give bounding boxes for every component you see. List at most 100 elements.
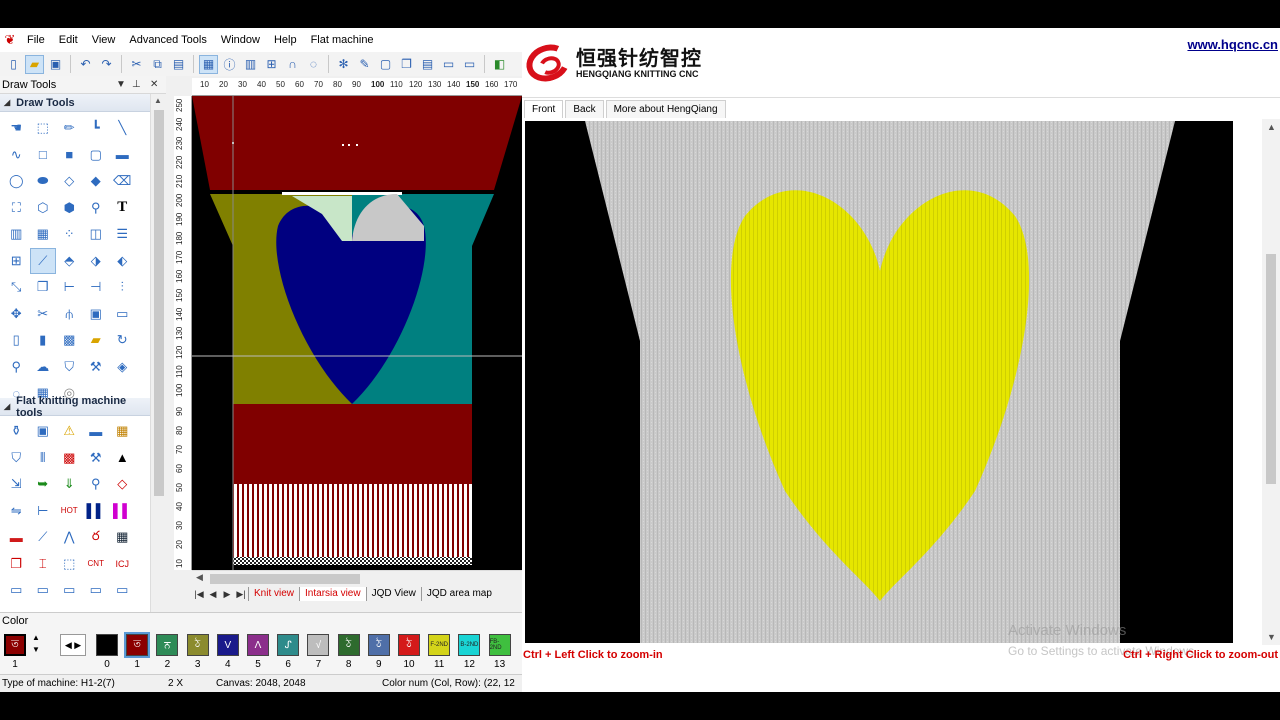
app-logo-icon[interactable]: ❦: [0, 30, 20, 50]
step-line-icon[interactable]: ┗: [83, 115, 110, 142]
box-2-icon[interactable]: ▩: [56, 327, 83, 354]
text-icon[interactable]: T: [109, 195, 136, 222]
palette-icon[interactable]: ◧: [490, 55, 509, 74]
spin-up-icon[interactable]: ▲: [32, 633, 40, 642]
color-swatch-10[interactable]: ঠ: [398, 634, 420, 656]
color-swatch-9[interactable]: ঠ: [367, 634, 390, 656]
shirt-pattern-icon[interactable]: ⛉: [56, 354, 83, 381]
split-icon[interactable]: ⇋: [3, 498, 30, 525]
measure-icon[interactable]: ⊢: [30, 498, 57, 525]
grid-icon[interactable]: ▦: [199, 54, 218, 74]
current-color-swatch[interactable]: ত: [4, 634, 26, 656]
filled-ellipse-icon[interactable]: ⬬: [30, 168, 57, 195]
connect-icon[interactable]: ⁘: [56, 221, 83, 248]
brush-2-icon[interactable]: ⟋: [30, 524, 57, 551]
tool-icon[interactable]: ⚒: [83, 445, 110, 472]
scroll-up-icon[interactable]: ▲: [1267, 122, 1276, 132]
hot-label-icon[interactable]: HOT: [56, 498, 83, 525]
mirror-horizontal-icon[interactable]: ☰: [109, 221, 136, 248]
ruler-icon[interactable]: ▰: [83, 327, 110, 354]
tab-intarsia-view[interactable]: Intarsia view: [299, 587, 366, 601]
color-swatch-13[interactable]: FB-2ND: [488, 634, 511, 656]
redo-icon[interactable]: ↷: [97, 55, 116, 74]
more-2-icon[interactable]: ▭: [30, 577, 57, 604]
curve-icon[interactable]: ∿: [3, 142, 30, 169]
menu-flat-machine[interactable]: Flat machine: [304, 28, 381, 52]
cloud-icon[interactable]: ☁: [30, 354, 57, 381]
color-swatch-12[interactable]: B-2ND: [458, 634, 481, 656]
download-icon[interactable]: ⇓: [56, 471, 83, 498]
bars-icon[interactable]: ▌▌: [83, 498, 110, 525]
paste-icon[interactable]: ▤: [169, 55, 188, 74]
figure-icon[interactable]: ర: [83, 524, 110, 551]
scroll-down-icon[interactable]: ▼: [1267, 632, 1276, 642]
filled-rounded-rect-icon[interactable]: ▬: [109, 142, 136, 169]
fill-icon[interactable]: ⬘: [56, 248, 83, 275]
knit-view-icon[interactable]: ▥: [241, 55, 260, 74]
color-swatch-7[interactable]: √: [307, 634, 330, 656]
chart-icon[interactable]: ⫶: [109, 274, 136, 301]
needle-icon[interactable]: ⤡: [3, 274, 30, 301]
fill-bucket-icon[interactable]: ⛶: [3, 195, 30, 222]
align-icon[interactable]: ⊢: [56, 274, 83, 301]
mountain-icon[interactable]: ⋀: [56, 524, 83, 551]
tag-icon[interactable]: ◈: [109, 354, 136, 381]
stitch-icon[interactable]: ∩: [283, 55, 302, 74]
spin-down-icon[interactable]: ▼: [32, 645, 40, 654]
color-swatch-8[interactable]: ঠ: [337, 634, 360, 656]
zoom-icon[interactable]: ⚲: [3, 354, 30, 381]
undo-icon[interactable]: ↶: [76, 55, 95, 74]
brush-icon[interactable]: ⟋: [29, 247, 56, 274]
box-icon[interactable]: ▣: [83, 301, 110, 328]
first-tab-icon[interactable]: |◀: [192, 589, 206, 600]
knit-simulation-view[interactable]: [525, 121, 1233, 643]
wand-icon[interactable]: ⚒: [83, 354, 110, 381]
columns-icon[interactable]: ▥: [3, 221, 30, 248]
color-swatch-1[interactable]: ত: [124, 632, 151, 658]
import-icon[interactable]: ⇲: [3, 471, 30, 498]
rounded-rect-icon[interactable]: ▢: [83, 142, 110, 169]
next-tab-icon[interactable]: ▶: [220, 589, 234, 600]
select-area-icon[interactable]: ⊞: [262, 55, 281, 74]
machine-2-icon[interactable]: ▭: [460, 55, 479, 74]
cut-icon[interactable]: ✂: [127, 55, 146, 74]
preview-scroll-thumb[interactable]: [1266, 254, 1276, 484]
book-icon[interactable]: ▯: [3, 327, 30, 354]
marquee-icon[interactable]: ◌: [304, 55, 323, 74]
tile-icon[interactable]: ⊞: [3, 248, 30, 275]
i-beam-icon[interactable]: ⌶: [30, 551, 57, 578]
info-icon[interactable]: ⓘ: [220, 55, 239, 74]
menu-help[interactable]: Help: [267, 28, 304, 52]
mirror-vertical-icon[interactable]: ◫: [83, 221, 110, 248]
eraser-icon[interactable]: ⌫: [109, 168, 136, 195]
align-2-icon[interactable]: ⊣: [83, 274, 110, 301]
color-swatch-5[interactable]: Λ: [247, 634, 269, 656]
color-swatch-4[interactable]: V: [216, 634, 239, 656]
pattern-icon[interactable]: ⬚: [56, 551, 83, 578]
tree-icon[interactable]: ⫛: [56, 301, 83, 328]
layers-icon[interactable]: ❐: [397, 55, 416, 74]
menu-view[interactable]: View: [85, 28, 123, 52]
needles-icon[interactable]: ⦀: [30, 445, 57, 472]
new-file-icon[interactable]: ▯: [4, 55, 23, 74]
menu-edit[interactable]: Edit: [52, 28, 85, 52]
tab-front[interactable]: Front: [524, 100, 564, 118]
select-rect-icon[interactable]: ⬚: [30, 115, 57, 142]
eyedropper-icon[interactable]: ⚲: [83, 195, 110, 222]
more-5-icon[interactable]: ▭: [109, 577, 136, 604]
red-block-icon[interactable]: ▩: [56, 445, 83, 472]
tab-jqd-view[interactable]: JQD View: [365, 587, 421, 601]
line-icon[interactable]: ╲: [109, 115, 136, 142]
hscroll-thumb[interactable]: [210, 574, 360, 584]
fill-gradient-icon[interactable]: ⬖: [109, 248, 136, 275]
code-icon[interactable]: ▦: [109, 418, 136, 445]
blue-pattern-icon[interactable]: ▦: [109, 524, 136, 551]
canvas-hscrollbar[interactable]: ◀: [192, 570, 522, 586]
fill-pattern-icon[interactable]: ⬗: [83, 248, 110, 275]
more-4-icon[interactable]: ▭: [83, 577, 110, 604]
menu-file[interactable]: File: [20, 28, 52, 52]
color-swatch-6[interactable]: ᔑ: [277, 634, 300, 656]
dropper-icon[interactable]: ⚲: [83, 471, 110, 498]
polygon-icon[interactable]: ⬡: [30, 195, 57, 222]
yarn-icon[interactable]: ⚱: [3, 418, 30, 445]
